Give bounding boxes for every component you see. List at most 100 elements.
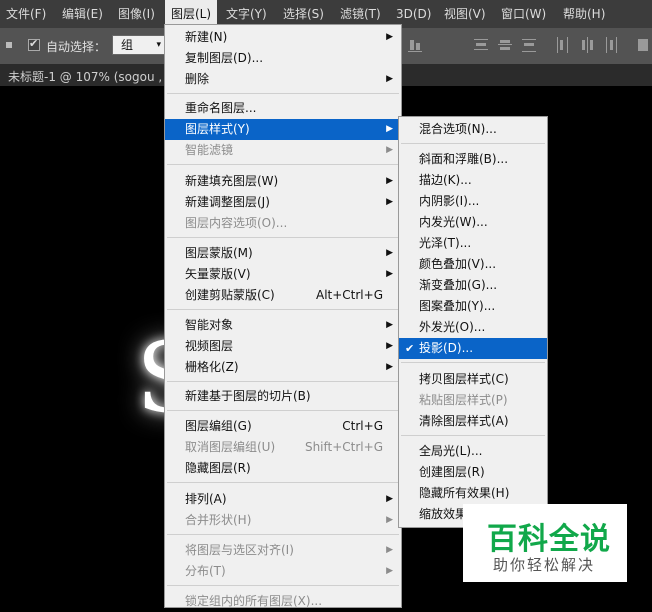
menu-separator bbox=[167, 585, 399, 586]
menu-item-layer-mask[interactable]: 图层蒙版(M) ▶ bbox=[165, 243, 401, 264]
menu-item-align-layers-to-selection[interactable]: 将图层与选区对齐(I) ▶ bbox=[165, 540, 401, 561]
menu-item-inner-glow[interactable]: 内发光(W)... bbox=[399, 212, 547, 233]
menu-item-rasterize[interactable]: 栅格化(Z) ▶ bbox=[165, 357, 401, 378]
document-tab[interactable]: 未标题-1 @ 107% (sogou , R bbox=[8, 68, 174, 85]
menu-item-gradient-overlay[interactable]: 渐变叠加(G)... bbox=[399, 275, 547, 296]
menu-item-label: 重命名图层... bbox=[185, 101, 257, 115]
menu-help[interactable]: 帮助(H) bbox=[563, 0, 605, 28]
menu-separator bbox=[401, 143, 545, 144]
distribute-top-icon[interactable] bbox=[474, 37, 488, 53]
menu-separator bbox=[167, 381, 399, 382]
submenu-arrow-icon: ▶ bbox=[386, 248, 393, 258]
menu-item-hide-layers[interactable]: 隐藏图层(R) bbox=[165, 458, 401, 479]
auto-select-value: 组 bbox=[121, 38, 134, 52]
menu-item-create-clipping-mask[interactable]: 创建剪贴蒙版(C) Alt+Ctrl+G bbox=[165, 285, 401, 306]
menu-item-outer-glow[interactable]: 外发光(O)... bbox=[399, 317, 547, 338]
menu-item-shortcut: Alt+Ctrl+G bbox=[315, 288, 383, 302]
menu-item-video-layers[interactable]: 视频图层 ▶ bbox=[165, 336, 401, 357]
menu-item-bevel-emboss[interactable]: 斜面和浮雕(B)... bbox=[399, 149, 547, 170]
submenu-arrow-icon: ▶ bbox=[386, 515, 393, 525]
menu-item-vector-mask[interactable]: 矢量蒙版(V) ▶ bbox=[165, 264, 401, 285]
submenu-arrow-icon: ▶ bbox=[386, 32, 393, 42]
auto-select-label: 自动选择： bbox=[46, 40, 107, 54]
submenu-arrow-icon: ▶ bbox=[386, 176, 393, 186]
distribute-right-icon[interactable] bbox=[604, 37, 618, 53]
menu-item-label: 颜色叠加(V)... bbox=[419, 257, 497, 271]
menu-item-new-fill-layer[interactable]: 新建填充图层(W) ▶ bbox=[165, 171, 401, 192]
menu-item-color-overlay[interactable]: 颜色叠加(V)... bbox=[399, 254, 547, 275]
menu-item-delete[interactable]: 删除 ▶ bbox=[165, 69, 401, 90]
auto-select-checkbox[interactable] bbox=[28, 37, 40, 51]
menu-item-shortcut: Ctrl+G bbox=[342, 419, 383, 433]
menu-item-label: 智能对象 bbox=[185, 318, 234, 332]
menu-item-arrange[interactable]: 排列(A) ▶ bbox=[165, 489, 401, 510]
menu-item-paste-layer-style[interactable]: 粘贴图层样式(P) bbox=[399, 390, 547, 411]
menu-item-label: 取消图层编组(U) bbox=[185, 440, 276, 454]
menu-item-duplicate-layer[interactable]: 复制图层(D)... bbox=[165, 48, 401, 69]
distribute-bottom-icon[interactable] bbox=[522, 37, 536, 53]
menu-item-label: 清除图层样式(A) bbox=[419, 414, 509, 428]
menu-item-label: 图层样式(Y) bbox=[185, 122, 250, 136]
menu-item-distribute[interactable]: 分布(T) ▶ bbox=[165, 561, 401, 582]
menu-item-combine-shapes[interactable]: 合并形状(H) ▶ bbox=[165, 510, 401, 531]
menu-item-create-layers[interactable]: 创建图层(R) bbox=[399, 462, 547, 483]
menu-item-satin[interactable]: 光泽(T)... bbox=[399, 233, 547, 254]
submenu-arrow-icon: ▶ bbox=[386, 545, 393, 555]
menu-item-new-layer-based-slice[interactable]: 新建基于图层的切片(B) bbox=[165, 386, 401, 407]
menu-image[interactable]: 图像(I) bbox=[118, 0, 155, 28]
menu-item-label: 缩放效果 bbox=[419, 507, 468, 521]
menu-item-smart-object[interactable]: 智能对象 ▶ bbox=[165, 315, 401, 336]
menu-item-new-adjustment-layer[interactable]: 新建调整图层(J) ▶ bbox=[165, 192, 401, 213]
menu-item-label: 描边(K)... bbox=[419, 173, 472, 187]
menu-edit[interactable]: 编辑(E) bbox=[62, 0, 103, 28]
layer-menu: 新建(N) ▶ 复制图层(D)... 删除 ▶ 重命名图层... 图层样式(Y) ▶ … bbox=[164, 24, 402, 608]
menu-item-copy-layer-style[interactable]: 拷贝图层样式(C) bbox=[399, 369, 547, 390]
distribute-hcenter-icon[interactable] bbox=[580, 37, 594, 53]
menu-item-new[interactable]: 新建(N) ▶ bbox=[165, 27, 401, 48]
menu-file[interactable]: 文件(F) bbox=[6, 0, 46, 28]
menu-item-stroke[interactable]: 描边(K)... bbox=[399, 170, 547, 191]
menu-item-group-layers[interactable]: 图层编组(G) Ctrl+G bbox=[165, 416, 401, 437]
menu-item-label: 新建基于图层的切片(B) bbox=[185, 389, 311, 403]
chevron-down-icon: ▾ bbox=[156, 40, 161, 50]
menu-item-label: 复制图层(D)... bbox=[185, 51, 264, 65]
menu-item-blending-options[interactable]: 混合选项(N)... bbox=[399, 119, 547, 140]
menu-item-label: 合并形状(H) bbox=[185, 513, 252, 527]
menu-item-layer-content-options[interactable]: 图层内容选项(O)... bbox=[165, 213, 401, 234]
menu-separator bbox=[401, 435, 545, 436]
menu-item-label: 矢量蒙版(V) bbox=[185, 267, 251, 281]
menu-item-label: 图层蒙版(M) bbox=[185, 246, 253, 260]
menu-item-label: 渐变叠加(G)... bbox=[419, 278, 498, 292]
menu-separator bbox=[167, 237, 399, 238]
menu-item-label: 栅格化(Z) bbox=[185, 360, 239, 374]
menu-item-drop-shadow[interactable]: ✔ 投影(D)... bbox=[399, 338, 547, 359]
menu-item-ungroup-layers[interactable]: 取消图层编组(U) Shift+Ctrl+G bbox=[165, 437, 401, 458]
menu-item-layer-style[interactable]: 图层样式(Y) ▶ bbox=[165, 119, 401, 140]
menu-item-label: 隐藏图层(R) bbox=[185, 461, 251, 475]
menu-item-label: 拷贝图层样式(C) bbox=[419, 372, 509, 386]
menu-item-smart-filter[interactable]: 智能滤镜 ▶ bbox=[165, 140, 401, 161]
menu-item-label: 斜面和浮雕(B)... bbox=[419, 152, 509, 166]
menu-item-label: 投影(D)... bbox=[419, 341, 474, 355]
menu-view[interactable]: 视图(V) bbox=[444, 0, 486, 28]
menu-item-global-light[interactable]: 全局光(L)... bbox=[399, 441, 547, 462]
menu-item-hide-all-effects[interactable]: 隐藏所有效果(H) bbox=[399, 483, 547, 504]
menu-item-label: 创建剪贴蒙版(C) bbox=[185, 288, 275, 302]
menu-item-inner-shadow[interactable]: 内阴影(I)... bbox=[399, 191, 547, 212]
menu-window[interactable]: 窗口(W) bbox=[501, 0, 546, 28]
menu-item-rename-layer[interactable]: 重命名图层... bbox=[165, 98, 401, 119]
distribute-vcenter-icon[interactable] bbox=[498, 37, 512, 53]
align-bottom-icon[interactable] bbox=[408, 37, 422, 53]
menu-item-lock-all-layers-in-group[interactable]: 锁定组内的所有图层(X)... bbox=[165, 591, 401, 612]
menu-item-label: 图层编组(G) bbox=[185, 419, 252, 433]
auto-select-dropdown[interactable]: 组 ▾ bbox=[112, 35, 166, 55]
menu-separator bbox=[167, 93, 399, 94]
auto-align-icon[interactable] bbox=[636, 37, 650, 53]
submenu-arrow-icon: ▶ bbox=[386, 341, 393, 351]
menu-item-label: 锁定组内的所有图层(X)... bbox=[185, 594, 323, 608]
distribute-left-icon[interactable] bbox=[556, 37, 570, 53]
menu-item-clear-layer-style[interactable]: 清除图层样式(A) bbox=[399, 411, 547, 432]
toolbar-grip-icon bbox=[6, 42, 12, 48]
menu-separator bbox=[167, 482, 399, 483]
menu-item-pattern-overlay[interactable]: 图案叠加(Y)... bbox=[399, 296, 547, 317]
